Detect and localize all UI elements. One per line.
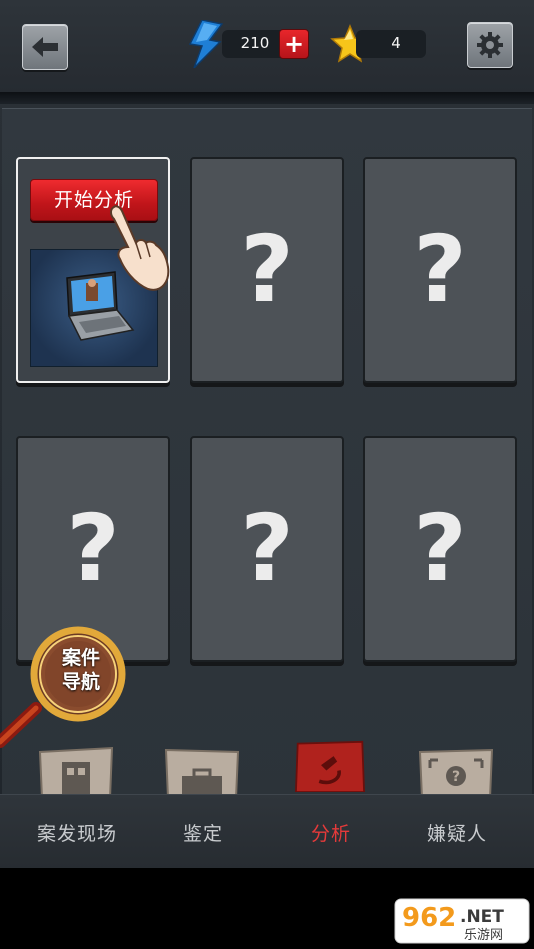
question-mark-icon: ?	[240, 216, 294, 323]
site-watermark-logo: 962 .NET 乐游网	[394, 898, 530, 944]
briefcase-icon[interactable]	[162, 746, 242, 798]
top-bar: 210 + 4	[0, 0, 534, 92]
tab-analysis[interactable]: 分析	[266, 819, 396, 846]
pointing-hand-icon	[110, 205, 170, 291]
case-navigator-button[interactable]: 案件 导航	[46, 646, 116, 694]
suspect-profile-icon[interactable]: ?	[416, 746, 496, 798]
star-value: 4	[391, 34, 401, 52]
question-mark-icon: ?	[240, 495, 294, 602]
settings-button[interactable]	[467, 22, 513, 68]
analysis-slot-locked[interactable]: ?	[190, 436, 344, 662]
back-arrow-icon	[32, 37, 58, 57]
game-screen: 210 + 4 开始分析 ? ? ? ? ? ? 案件 导航 案发现场 鉴定 分…	[0, 0, 534, 868]
question-mark-icon: ?	[413, 216, 467, 323]
gear-icon	[477, 32, 503, 58]
analysis-slot-locked[interactable]: ?	[363, 157, 517, 383]
bottom-tab-bar: 案发现场 鉴定 分析 嫌疑人	[0, 794, 534, 868]
tab-crime-scene[interactable]: 案发现场	[12, 819, 142, 846]
energy-value: 210	[240, 34, 270, 52]
lightning-icon	[188, 20, 224, 68]
microscope-icon[interactable]	[290, 740, 370, 792]
watermark-suffix: .NET	[460, 907, 504, 927]
add-energy-button[interactable]: +	[279, 29, 309, 59]
tab-identification[interactable]: 鉴定	[138, 819, 268, 846]
analysis-slot-active[interactable]: 开始分析	[16, 157, 170, 383]
analysis-slot-locked[interactable]: ?	[363, 436, 517, 662]
top-bar-shadow	[0, 92, 534, 104]
watermark-subtitle: 乐游网	[464, 928, 503, 943]
analysis-slot-locked[interactable]: ?	[190, 157, 344, 383]
question-mark-icon: ?	[66, 495, 120, 602]
case-navigator-line1: 案件	[61, 647, 100, 669]
question-mark-icon: ?	[413, 495, 467, 602]
svg-text:?: ?	[452, 769, 460, 785]
watermark-number: 962	[402, 903, 456, 933]
case-navigator-line2: 导航	[61, 671, 100, 693]
back-button[interactable]	[22, 24, 68, 70]
plus-icon: +	[283, 30, 305, 58]
tab-suspects[interactable]: 嫌疑人	[392, 819, 522, 846]
